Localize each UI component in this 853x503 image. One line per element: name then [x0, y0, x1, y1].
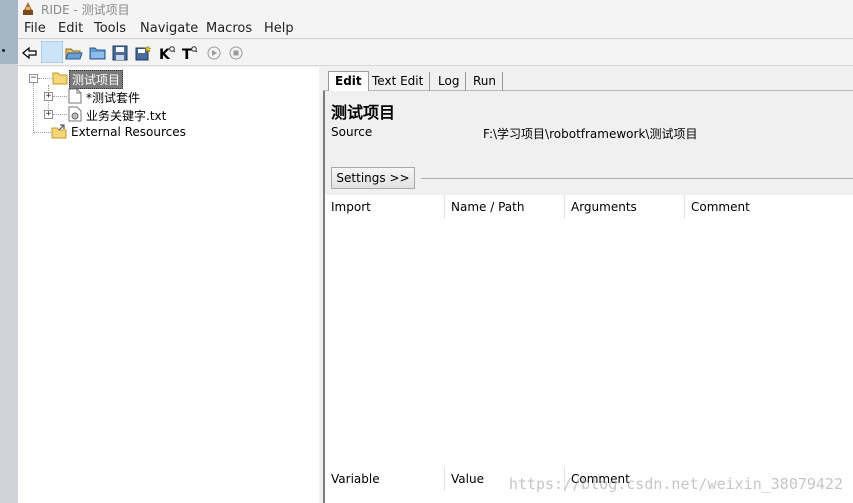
import-table-header: Import Name / Path Arguments Comment: [325, 195, 853, 219]
import-table-body[interactable]: [325, 219, 853, 465]
toolbar: K T: [18, 40, 853, 66]
left-edge-strip: [0, 0, 18, 503]
tree-guide: [33, 83, 34, 133]
page-title: 测试项目: [331, 103, 396, 122]
tree-guide: [53, 96, 67, 97]
external-resources-icon: [51, 124, 67, 139]
folder-icon: [89, 47, 106, 60]
menu-bar: File Edit Tools Navigate Macros Help: [18, 18, 853, 39]
menu-help[interactable]: Help: [264, 21, 294, 36]
back-button[interactable]: [20, 43, 40, 63]
settings-divider: [421, 178, 853, 179]
tree-guide: [38, 78, 52, 79]
tree-expand-toggle[interactable]: +: [44, 92, 53, 101]
open-button[interactable]: [88, 43, 108, 63]
tree-guide: [33, 132, 51, 133]
title-bar: RIDE - 测试项目: [18, 0, 853, 18]
left-edge-lower: [0, 64, 18, 503]
editor-panel: Edit Text Edit Log Run 测试项目 Source F:\学习…: [323, 67, 853, 503]
tab-edit[interactable]: Edit: [328, 71, 369, 92]
keyword-search-icon: K: [159, 46, 176, 61]
run-icon: [207, 46, 221, 60]
save-all-icon: [135, 45, 152, 61]
column-variable[interactable]: Variable: [325, 467, 445, 491]
column-name-path[interactable]: Name / Path: [445, 195, 565, 219]
open-folder-icon: [65, 48, 83, 60]
toolbar-selected-slot[interactable]: [41, 41, 63, 63]
run-button[interactable]: [204, 43, 224, 63]
save-button[interactable]: [110, 43, 130, 63]
project-tree: − 测试项目 + *测试套件 + 业务关键字.txt External Reso…: [18, 67, 319, 503]
tab-run[interactable]: Run: [467, 72, 504, 91]
keyword-letter: K: [159, 47, 171, 61]
file-icon: [68, 88, 82, 104]
tree-item-keywords-file[interactable]: 业务关键字.txt: [86, 107, 166, 124]
tab-log[interactable]: Log: [432, 72, 467, 91]
tree-guide: [53, 114, 67, 115]
save-icon: [112, 45, 128, 61]
menu-navigate[interactable]: Navigate: [140, 21, 198, 36]
edit-content: 测试项目 Source F:\学习项目\robotframework\测试项目 …: [323, 91, 853, 503]
search-tests-button[interactable]: T: [180, 43, 200, 63]
menu-macros[interactable]: Macros: [206, 21, 252, 36]
window-title: RIDE - 测试项目: [41, 3, 130, 17]
tree-item-test-suite[interactable]: *测试套件: [86, 89, 140, 106]
column-import[interactable]: Import: [325, 195, 445, 219]
tab-text-edit[interactable]: Text Edit: [366, 72, 431, 91]
left-edge-dot: [2, 49, 5, 52]
menu-tools[interactable]: Tools: [94, 21, 126, 36]
settings-area: 测试项目 Source F:\学习项目\robotframework\测试项目 …: [325, 91, 853, 195]
folder-icon: [52, 72, 68, 85]
open-directory-button[interactable]: [64, 43, 84, 63]
column-arguments[interactable]: Arguments: [565, 195, 685, 219]
source-label: Source: [331, 125, 373, 139]
tree-collapse-toggle[interactable]: −: [29, 74, 38, 83]
test-search-icon: T: [182, 46, 198, 61]
menu-file[interactable]: File: [24, 21, 46, 36]
watermark: https://blog.csdn.net/weixin_38079422: [508, 475, 843, 493]
tree-item-root[interactable]: 测试项目: [69, 70, 124, 89]
save-all-button[interactable]: [134, 43, 154, 63]
resource-file-icon: [68, 106, 82, 122]
ride-app-icon: [23, 2, 33, 15]
menu-edit[interactable]: Edit: [58, 21, 83, 36]
back-arrow-icon: [22, 46, 37, 60]
settings-toggle-button[interactable]: Settings >>: [331, 167, 415, 189]
tree-expand-toggle[interactable]: +: [44, 110, 53, 119]
stop-icon: [229, 46, 243, 60]
test-letter: T: [182, 47, 192, 61]
tree-item-external-resources[interactable]: External Resources: [71, 125, 186, 139]
stop-button[interactable]: [226, 43, 246, 63]
editor-tabs: Edit Text Edit Log Run: [323, 67, 853, 92]
column-comment[interactable]: Comment: [685, 195, 853, 219]
search-keywords-button[interactable]: K: [157, 43, 177, 63]
source-path: F:\学习项目\robotframework\测试项目: [483, 127, 698, 141]
